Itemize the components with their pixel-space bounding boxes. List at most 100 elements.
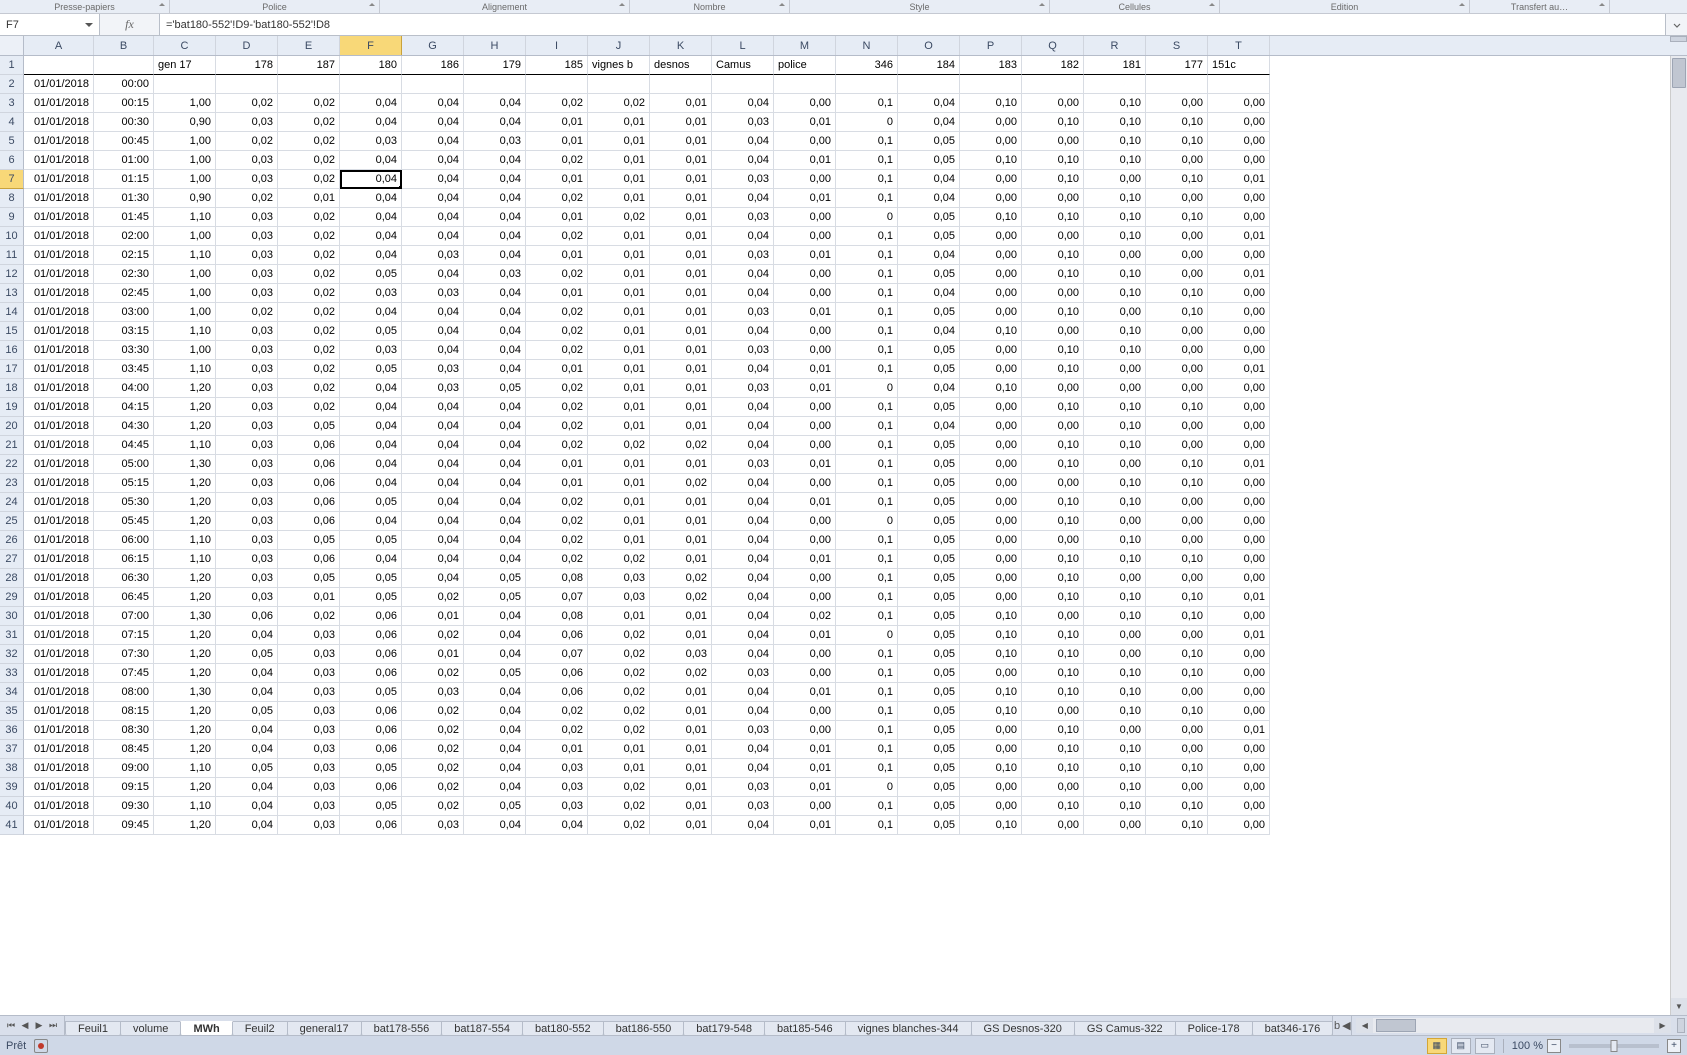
cell-K32[interactable]: 0,03	[650, 645, 712, 664]
cell-P2[interactable]	[960, 75, 1022, 94]
cell-L10[interactable]: 0,04	[712, 227, 774, 246]
cell-G10[interactable]: 0,04	[402, 227, 464, 246]
cell-P32[interactable]: 0,10	[960, 645, 1022, 664]
cell-C17[interactable]: 1,10	[154, 360, 216, 379]
cell-O35[interactable]: 0,05	[898, 702, 960, 721]
cell-R21[interactable]: 0,10	[1084, 436, 1146, 455]
cell-A3[interactable]: 01/01/2018	[24, 94, 94, 113]
cell-B1[interactable]	[94, 56, 154, 75]
cell-F17[interactable]: 0,05	[340, 360, 402, 379]
cell-C27[interactable]: 1,10	[154, 550, 216, 569]
cell-H16[interactable]: 0,04	[464, 341, 526, 360]
cell-S18[interactable]: 0,00	[1146, 379, 1208, 398]
cell-Q6[interactable]: 0,10	[1022, 151, 1084, 170]
cell-I36[interactable]: 0,02	[526, 721, 588, 740]
cell-A16[interactable]: 01/01/2018	[24, 341, 94, 360]
cell-G37[interactable]: 0,02	[402, 740, 464, 759]
cell-M12[interactable]: 0,00	[774, 265, 836, 284]
cell-C1[interactable]: gen 17	[154, 56, 216, 75]
row-header-4[interactable]: 4	[0, 113, 24, 132]
column-header-R[interactable]: R	[1084, 36, 1146, 55]
cell-F6[interactable]: 0,04	[340, 151, 402, 170]
cell-Q38[interactable]: 0,10	[1022, 759, 1084, 778]
cell-M35[interactable]: 0,00	[774, 702, 836, 721]
cell-A18[interactable]: 01/01/2018	[24, 379, 94, 398]
cell-A7[interactable]: 01/01/2018	[24, 170, 94, 189]
cell-G23[interactable]: 0,04	[402, 474, 464, 493]
cell-T33[interactable]: 0,00	[1208, 664, 1270, 683]
cell-R25[interactable]: 0,00	[1084, 512, 1146, 531]
cell-F11[interactable]: 0,04	[340, 246, 402, 265]
cell-H41[interactable]: 0,04	[464, 816, 526, 835]
cell-D1[interactable]: 178	[216, 56, 278, 75]
cell-Q28[interactable]: 0,10	[1022, 569, 1084, 588]
cell-F1[interactable]: 180	[340, 56, 402, 75]
cell-C10[interactable]: 1,00	[154, 227, 216, 246]
cell-K31[interactable]: 0,01	[650, 626, 712, 645]
cell-T27[interactable]: 0,00	[1208, 550, 1270, 569]
cell-G24[interactable]: 0,04	[402, 493, 464, 512]
cell-P13[interactable]: 0,00	[960, 284, 1022, 303]
cell-P31[interactable]: 0,10	[960, 626, 1022, 645]
cell-Q20[interactable]: 0,00	[1022, 417, 1084, 436]
cell-K35[interactable]: 0,01	[650, 702, 712, 721]
cell-S16[interactable]: 0,00	[1146, 341, 1208, 360]
cell-Q18[interactable]: 0,00	[1022, 379, 1084, 398]
cell-P1[interactable]: 183	[960, 56, 1022, 75]
cell-I9[interactable]: 0,01	[526, 208, 588, 227]
cell-N39[interactable]: 0	[836, 778, 898, 797]
cell-O23[interactable]: 0,05	[898, 474, 960, 493]
cell-J12[interactable]: 0,01	[588, 265, 650, 284]
cell-O26[interactable]: 0,05	[898, 531, 960, 550]
zoom-slider-handle[interactable]	[1611, 1040, 1618, 1052]
cell-Q33[interactable]: 0,10	[1022, 664, 1084, 683]
cell-S40[interactable]: 0,10	[1146, 797, 1208, 816]
cell-M29[interactable]: 0,00	[774, 588, 836, 607]
cell-R5[interactable]: 0,10	[1084, 132, 1146, 151]
cell-I2[interactable]	[526, 75, 588, 94]
cell-D40[interactable]: 0,04	[216, 797, 278, 816]
cell-Q24[interactable]: 0,10	[1022, 493, 1084, 512]
cell-L17[interactable]: 0,04	[712, 360, 774, 379]
cell-T7[interactable]: 0,01	[1208, 170, 1270, 189]
cell-E19[interactable]: 0,02	[278, 398, 340, 417]
cell-G32[interactable]: 0,01	[402, 645, 464, 664]
cell-Q23[interactable]: 0,00	[1022, 474, 1084, 493]
cell-H24[interactable]: 0,04	[464, 493, 526, 512]
cell-E41[interactable]: 0,03	[278, 816, 340, 835]
cell-R26[interactable]: 0,10	[1084, 531, 1146, 550]
cell-A12[interactable]: 01/01/2018	[24, 265, 94, 284]
cell-R11[interactable]: 0,00	[1084, 246, 1146, 265]
cell-G17[interactable]: 0,03	[402, 360, 464, 379]
cell-N38[interactable]: 0,1	[836, 759, 898, 778]
cell-N19[interactable]: 0,1	[836, 398, 898, 417]
cell-S3[interactable]: 0,00	[1146, 94, 1208, 113]
cell-F2[interactable]	[340, 75, 402, 94]
cell-Q13[interactable]: 0,00	[1022, 284, 1084, 303]
cell-E25[interactable]: 0,06	[278, 512, 340, 531]
cell-A10[interactable]: 01/01/2018	[24, 227, 94, 246]
ribbon-group-style[interactable]: Style	[790, 0, 1050, 13]
cell-N16[interactable]: 0,1	[836, 341, 898, 360]
sheet-tab-general17[interactable]: general17	[287, 1021, 362, 1035]
cell-D7[interactable]: 0,03	[216, 170, 278, 189]
cell-M30[interactable]: 0,02	[774, 607, 836, 626]
cell-O34[interactable]: 0,05	[898, 683, 960, 702]
cell-C33[interactable]: 1,20	[154, 664, 216, 683]
cell-F23[interactable]: 0,04	[340, 474, 402, 493]
cell-B21[interactable]: 04:45	[94, 436, 154, 455]
cell-R13[interactable]: 0,10	[1084, 284, 1146, 303]
cell-F10[interactable]: 0,04	[340, 227, 402, 246]
ribbon-group-cellules[interactable]: Cellules	[1050, 0, 1220, 13]
cell-K5[interactable]: 0,01	[650, 132, 712, 151]
cell-T36[interactable]: 0,01	[1208, 721, 1270, 740]
cell-E40[interactable]: 0,03	[278, 797, 340, 816]
cell-A20[interactable]: 01/01/2018	[24, 417, 94, 436]
cell-L16[interactable]: 0,03	[712, 341, 774, 360]
cell-G16[interactable]: 0,04	[402, 341, 464, 360]
row-header-25[interactable]: 25	[0, 512, 24, 531]
row-header-17[interactable]: 17	[0, 360, 24, 379]
cell-D8[interactable]: 0,02	[216, 189, 278, 208]
cell-R28[interactable]: 0,00	[1084, 569, 1146, 588]
cell-L31[interactable]: 0,04	[712, 626, 774, 645]
